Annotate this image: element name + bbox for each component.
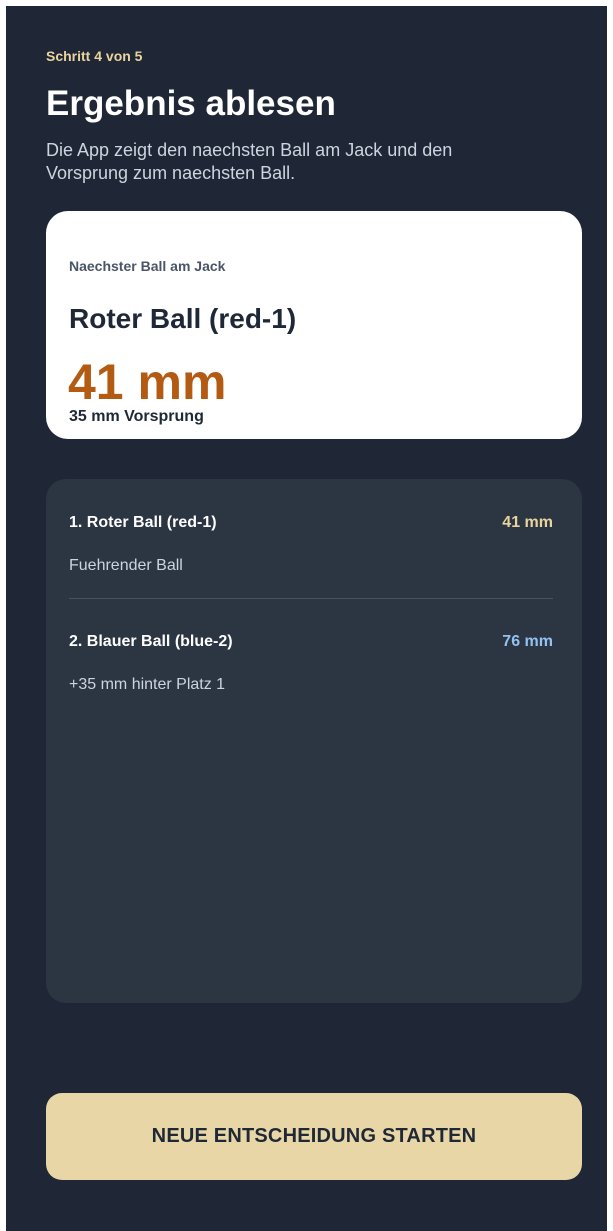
start-new-decision-button[interactable]: NEUE ENTSCHEIDUNG STARTEN: [46, 1093, 582, 1180]
step-indicator: Schritt 4 von 5: [46, 48, 143, 64]
result-label: Naechster Ball am Jack: [69, 258, 226, 274]
ranking-distance: 41 mm: [502, 514, 553, 531]
ranking-list: 1. Roter Ball (red-1) 41 mm Fuehrender B…: [46, 479, 582, 1003]
ranking-distance: 76 mm: [502, 633, 553, 650]
page-description: Die App zeigt den naechsten Ball am Jack…: [46, 140, 453, 183]
app-screen: Schritt 4 von 5 Ergebnis ablesen Die App…: [6, 6, 607, 1231]
result-card: Naechster Ball am Jack Roter Ball (red-1…: [46, 211, 582, 439]
closest-distance: 41 mm: [68, 354, 227, 410]
ranking-note: Fuehrender Ball: [69, 557, 183, 574]
lead-distance: 35 mm Vorsprung: [69, 408, 204, 425]
ranking-name: 1. Roter Ball (red-1): [69, 514, 217, 531]
closest-ball-name: Roter Ball (red-1): [69, 303, 297, 334]
page-title: Ergebnis ablesen: [46, 84, 336, 123]
ranking-divider: [69, 598, 553, 599]
ranking-name: 2. Blauer Ball (blue-2): [69, 633, 233, 650]
ranking-note: +35 mm hinter Platz 1: [69, 676, 226, 693]
